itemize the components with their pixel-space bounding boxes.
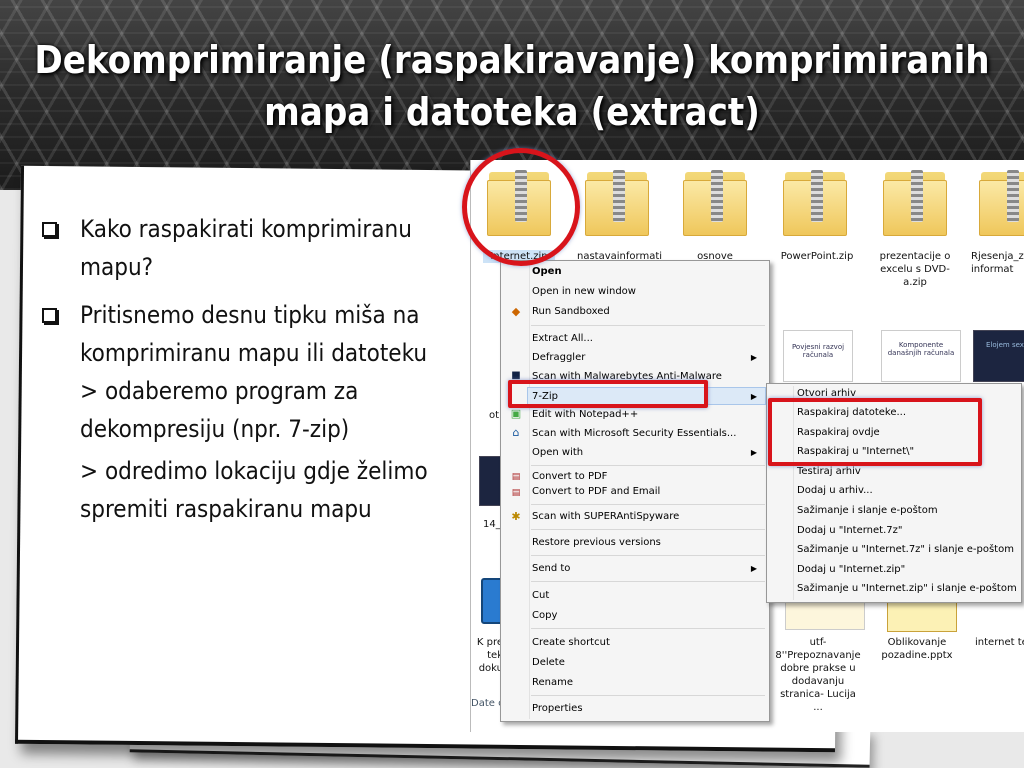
chevron-right-icon: ▶ [750, 448, 757, 457]
bullet-2: Pritisnemo desnu tipku miša na komprimir… [38, 296, 458, 448]
menu-item-superantispyware[interactable]: Scan with SUPERAntiSpyware [532, 508, 765, 526]
thumb-2[interactable]: Komponente današnjih računala [881, 330, 961, 382]
submenu-item-compress-zip-email[interactable]: Sažimanje u "Internet.zip" i slanje e-po… [797, 580, 1017, 598]
zip-folder-icon[interactable] [783, 166, 847, 236]
chevron-right-icon: ▶ [750, 353, 757, 362]
menu-item-restore-versions[interactable]: Restore previous versions [532, 534, 765, 552]
file-label[interactable]: PowerPoint.zip [773, 250, 861, 263]
sub-point: > odredimo lokaciju gdje želimo spremiti… [80, 457, 428, 523]
menu-item-cut[interactable]: Cut [532, 587, 765, 605]
bullet-list: Kako raspakirati komprimiranu mapu? Prit… [38, 210, 458, 528]
menu-item-send-to[interactable]: Send to ▶ [532, 560, 765, 578]
chevron-right-icon: ▶ [750, 392, 757, 401]
pdf-icon: ▤ [511, 472, 521, 482]
chevron-right-icon: ▶ [750, 564, 757, 573]
file-fragment: ot [489, 410, 500, 421]
doc-thumb[interactable] [785, 600, 865, 630]
menu-item-create-shortcut[interactable]: Create shortcut [532, 634, 765, 652]
file-fragment: K pre tek doku [476, 637, 503, 674]
zip-folder-icon[interactable] [883, 166, 947, 236]
menu-item-rename[interactable]: Rename [532, 674, 765, 692]
file-label[interactable]: prezentacije o excelu s DVD-a.zip [873, 250, 957, 289]
highlight-box-7zip [508, 380, 708, 408]
context-menu: Open Open in new window ◆ Run Sandboxed … [500, 260, 770, 722]
bullet-box-icon [42, 222, 57, 237]
highlight-circle [462, 148, 580, 266]
submenu-item-add-to-archive[interactable]: Dodaj u arhiv... [797, 482, 1017, 500]
file-label[interactable]: Rjesenja_z informat [971, 250, 1024, 276]
slide-title: Dekomprimiranje (raspakiravanje) komprim… [0, 34, 1024, 138]
zip-folder-icon[interactable] [683, 166, 747, 236]
menu-item-notepadpp[interactable]: Edit with Notepad++ [532, 406, 765, 424]
file-label[interactable]: Oblikovanje pozadine.pptx [877, 636, 957, 662]
file-label[interactable]: internet te [975, 636, 1024, 649]
submenu-item-add-7z[interactable]: Dodaj u "Internet.7z" [797, 522, 1017, 540]
menu-item-open[interactable]: Open [532, 263, 765, 281]
menu-item-defraggler[interactable]: Defraggler ▶ [532, 349, 765, 367]
submenu-item-compress-email[interactable]: Sažimanje i slanje e-poštom [797, 502, 1017, 520]
bullet-1: Kako raspakirati komprimiranu mapu? [38, 210, 458, 286]
menu-item-copy[interactable]: Copy [532, 607, 765, 625]
highlight-box-extract [768, 398, 982, 466]
menu-item-run-sandboxed[interactable]: Run Sandboxed [532, 303, 765, 321]
menu-item-properties[interactable]: Properties [532, 700, 765, 718]
submenu-item-add-zip[interactable]: Dodaj u "Internet.zip" [797, 561, 1017, 579]
thumb-3[interactable]: Elojem sex [973, 330, 1024, 382]
pdf-email-icon: ▤ [511, 488, 521, 498]
menu-item-mse-scan[interactable]: Scan with Microsoft Security Essentials.… [532, 425, 765, 443]
slide-title-line1: Dekomprimiranje (raspakiravanje) komprim… [34, 38, 990, 82]
superantispyware-icon: ✱ [511, 510, 521, 523]
sandbox-icon: ◆ [511, 305, 521, 318]
bullet-box-icon [42, 308, 57, 323]
slide-title-line2: mapa i datoteka (extract) [264, 90, 760, 134]
pptx-thumb[interactable] [887, 600, 957, 632]
menu-item-convert-pdf-email[interactable]: Convert to PDF and Email [532, 483, 765, 501]
thumb-1[interactable]: Povjesni razvoj računala [783, 330, 853, 382]
menu-item-open-with[interactable]: Open with ▶ [532, 444, 765, 462]
file-label[interactable]: utf-8''Prepoznavanje dobre prakse u doda… [775, 636, 861, 714]
submenu-item-compress-7z-email[interactable]: Sažimanje u "Internet.7z" i slanje e-poš… [797, 541, 1017, 559]
notepad-icon: ▣ [510, 407, 522, 420]
menu-item-open-new-window[interactable]: Open in new window [532, 283, 765, 301]
menu-item-extract-all[interactable]: Extract All... [532, 330, 765, 348]
zip-folder-icon[interactable] [585, 166, 649, 236]
zip-folder-icon[interactable] [979, 166, 1024, 236]
menu-item-delete[interactable]: Delete [532, 654, 765, 672]
security-essentials-icon: ⌂ [512, 426, 520, 439]
